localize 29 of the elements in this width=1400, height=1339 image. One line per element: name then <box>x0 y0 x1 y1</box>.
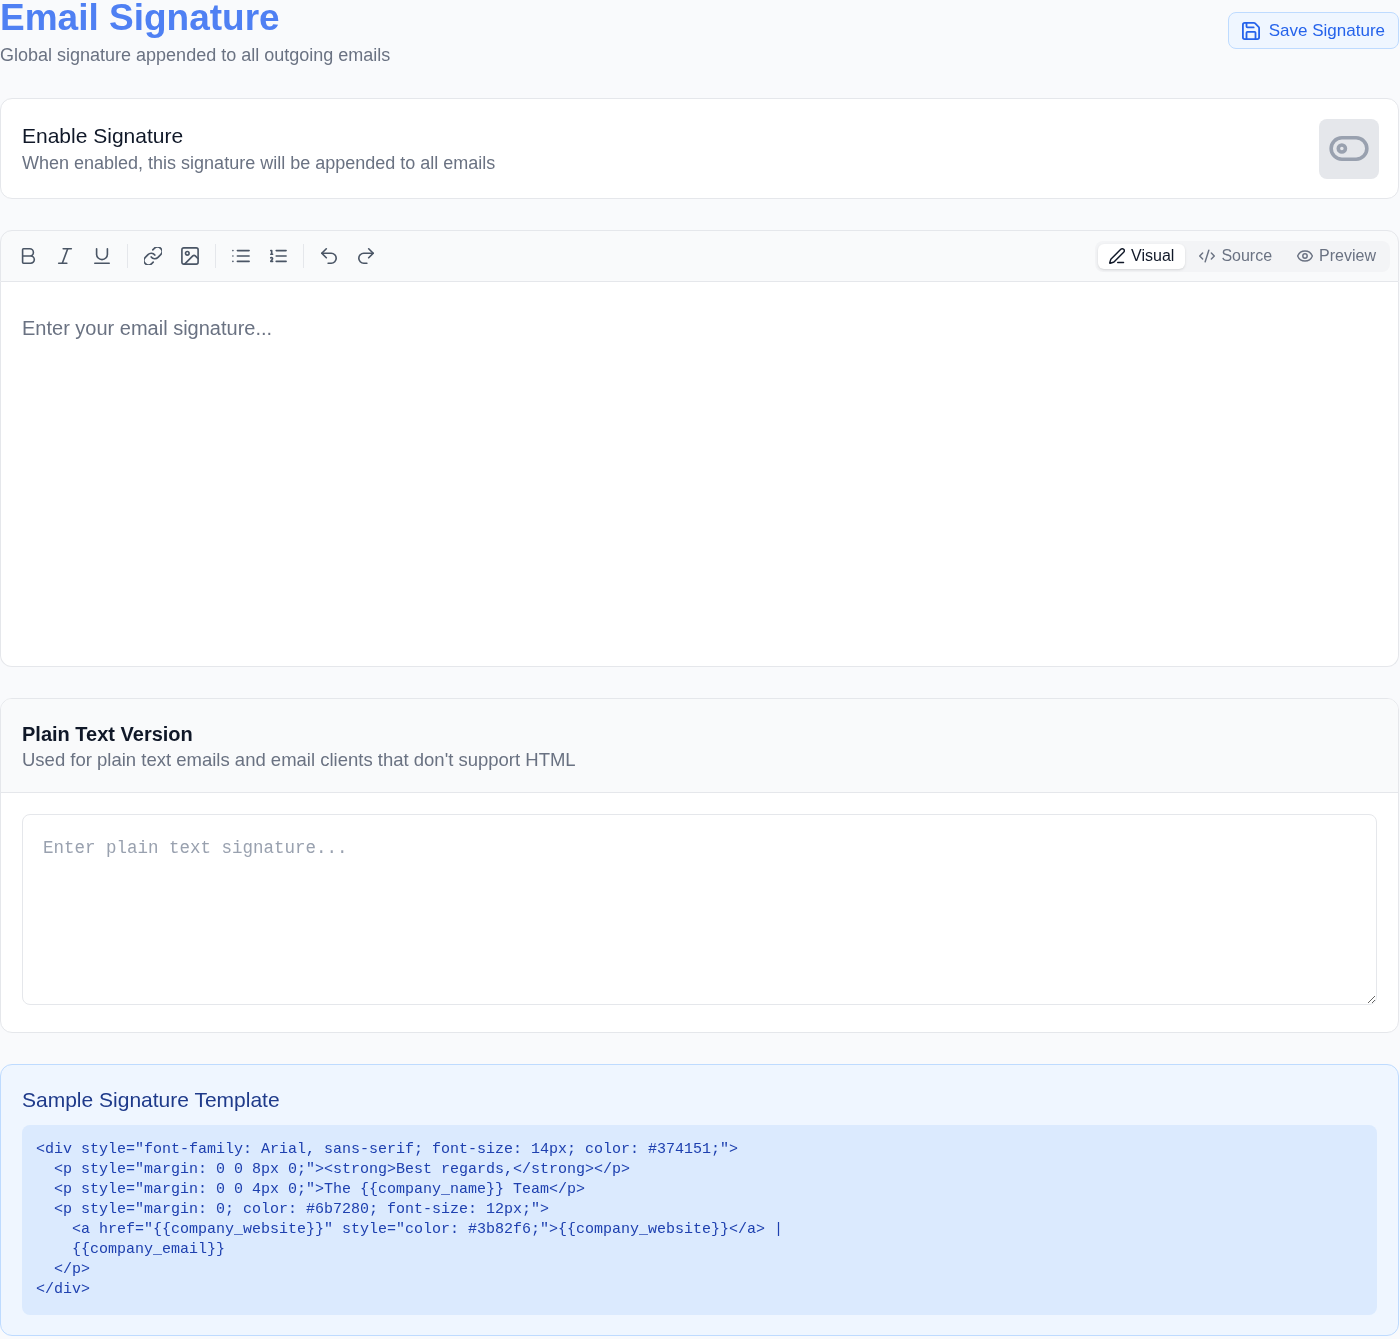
link-icon <box>144 247 162 265</box>
bold-icon <box>19 247 37 265</box>
view-tab[interactable]: Source <box>1188 243 1284 269</box>
toggle-button[interactable] <box>1319 118 1379 179</box>
eye-icon <box>1297 248 1314 264</box>
code-icon <box>1199 248 1216 264</box>
undo-icon <box>320 247 338 265</box>
section-title: Plain Text Version <box>22 722 194 747</box>
bullet-list-icon <box>232 247 250 265</box>
card-description: When enabled, this signature will be appended to all emails <box>22 151 496 175</box>
numbered-list-icon <box>269 247 287 265</box>
image-icon <box>181 247 199 265</box>
redo-icon <box>357 247 375 265</box>
page-title: Email Signature <box>0 0 280 36</box>
save-icon <box>1241 21 1260 40</box>
view-tab[interactable]: Preview <box>1286 243 1387 269</box>
view-tab[interactable]: Visual <box>1098 243 1186 269</box>
toggle-icon <box>1329 136 1369 161</box>
italic-icon <box>56 247 74 265</box>
page-subtitle: Global signature appended to all outgoing emails <box>0 44 391 67</box>
plain-text-field[interactable]: Enter plain text signature... <box>22 814 1377 1005</box>
save-signature-button[interactable]: Save Signature <box>1227 12 1399 49</box>
pencil-icon <box>1109 248 1126 264</box>
underline-icon <box>93 247 111 265</box>
card-title: Enable Signature <box>22 122 185 149</box>
section-title: Sample Signature Template <box>22 1087 281 1113</box>
code-block: <div style="font-family: Arial, sans-serif; font-size: 14px; color: #374151;"> <p style="margin: 0 0 8px 0;"><strong>Best regards,</strong></p> <p style="margin: 0 0 4px 0;">The {{company_name}} Team</p> <p style="margin: 0; color: #6b7280; font-size: 12px;"> <a href="{{company_website}}" style="color: #3b82f6;">{{company_website}}</a> | {{company_email}} </p> </div> <box>22 1125 1377 1315</box>
editor-field[interactable]: Enter your email signature... <box>0 282 1399 667</box>
section-description: Used for plain text emails and email clients that don't support HTML <box>22 748 577 772</box>
